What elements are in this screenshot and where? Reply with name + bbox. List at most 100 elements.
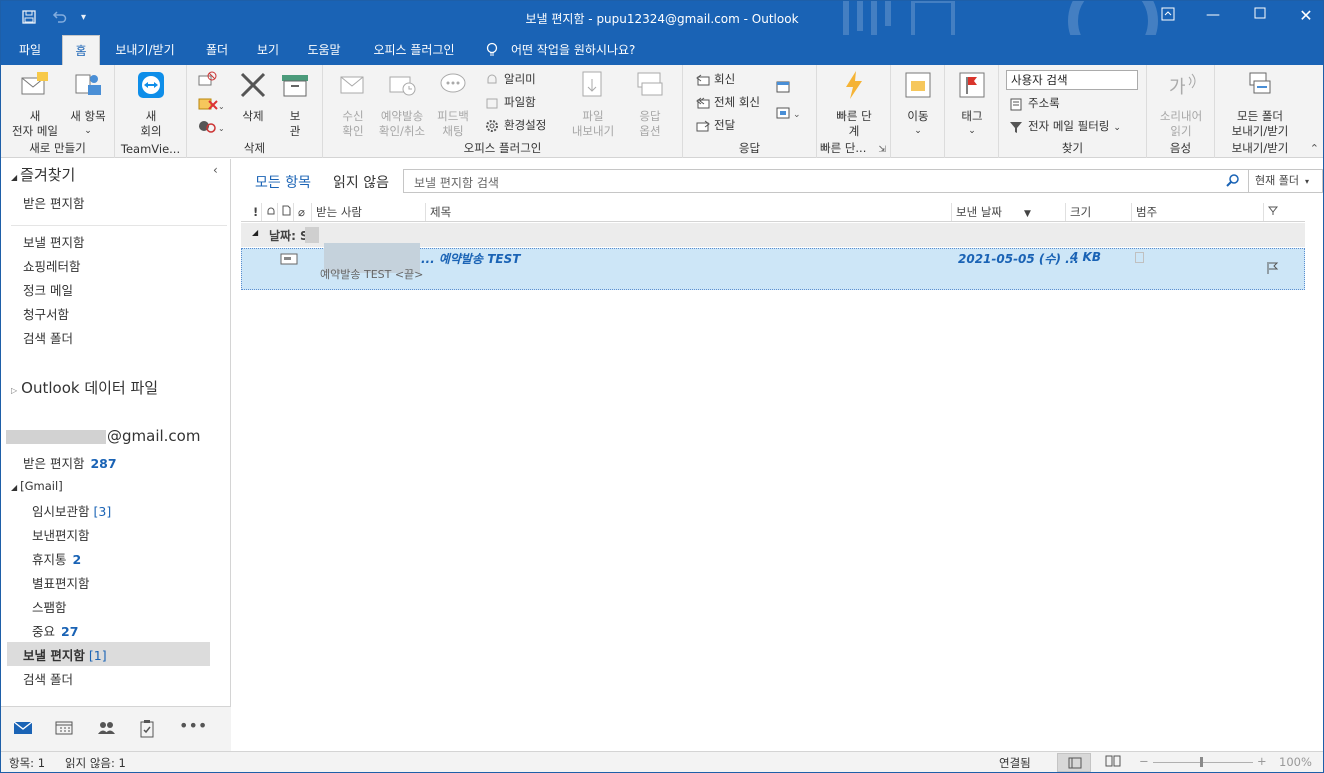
account-header[interactable]: @gmail.com — [107, 427, 200, 445]
zoom-slider-thumb[interactable] — [1200, 757, 1203, 767]
archive-button[interactable]: 보 관 — [277, 69, 313, 139]
forward-button[interactable]: 전달 — [695, 115, 735, 135]
file-export-button[interactable]: 파일 내보내기 — [565, 69, 621, 139]
collapse-pane-icon[interactable]: ‹ — [213, 163, 218, 177]
search-people-input[interactable]: 사용자 검색 — [1006, 70, 1138, 90]
folder-account-inbox[interactable]: 받은 편지함 287 — [23, 453, 117, 472]
quick-steps-button[interactable]: 빠른 단 계 — [825, 69, 883, 139]
folder-shopping[interactable]: 쇼핑레터함 — [23, 256, 81, 275]
folder-sent-mail[interactable]: 보낸편지함 — [32, 525, 90, 544]
tab-view[interactable]: 보기 — [248, 35, 288, 65]
filter-unread[interactable]: 읽지 않음 — [333, 172, 389, 192]
minimize-icon[interactable]: — — [1198, 7, 1228, 23]
new-email-button[interactable]: 새 전자 메일 — [7, 69, 63, 139]
folder-sent[interactable]: 보낼 편지함 — [23, 232, 84, 251]
zoom-out-icon[interactable]: − — [1139, 754, 1149, 768]
tab-file[interactable]: 파일 — [9, 35, 51, 65]
importance-column[interactable]: ! — [241, 203, 258, 221]
gear-icon — [485, 119, 501, 133]
collapse-ribbon-icon[interactable]: ⌃ — [1310, 142, 1319, 155]
delete-button[interactable]: 삭제 — [235, 69, 271, 124]
address-book-button[interactable]: 주소록 — [1009, 93, 1060, 113]
meeting-reply-icon[interactable] — [775, 79, 793, 98]
dialog-launcher-icon[interactable]: ⇲ — [878, 145, 886, 155]
search-icon[interactable] — [1226, 173, 1240, 190]
calendar-icon[interactable] — [55, 720, 75, 738]
category-column[interactable]: 범주 — [1131, 203, 1261, 221]
reply-all-button[interactable]: 전체 회신 — [695, 92, 760, 112]
tab-folder[interactable]: 폴더 — [197, 35, 237, 65]
read-receipt-button[interactable]: 수신 확인 — [331, 69, 375, 139]
lightning-icon — [846, 71, 862, 99]
attachment-column[interactable]: ⌀ — [293, 203, 309, 221]
read-receipt-icon — [340, 76, 364, 94]
tell-me-search[interactable]: 어떤 작업을 원하시나요? — [511, 35, 651, 65]
reading-view-icon[interactable] — [1105, 755, 1121, 770]
filter-all[interactable]: 모든 항목 — [255, 172, 311, 192]
settings-button[interactable]: 환경설정 — [485, 115, 546, 135]
message-row[interactable]: ... 예약발송 TEST 예약발송 TEST <끝> 2021-05-05 (… — [241, 243, 1305, 290]
junk-icon[interactable]: ⌄ — [197, 117, 225, 138]
item-count: 항목: 1 — [9, 756, 46, 770]
move-button[interactable]: 이동 ⌄ — [899, 69, 937, 139]
flag-outline-icon[interactable] — [1266, 261, 1280, 278]
zoom-slider[interactable] — [1153, 762, 1253, 763]
folder-bills[interactable]: 청구서함 — [23, 304, 69, 323]
ribbon-display-icon[interactable] — [1153, 7, 1183, 25]
schedule-send-button[interactable]: 예약발송 확인/취소 — [375, 69, 429, 139]
read-aloud-button[interactable]: 가 소리내어 읽기 — [1153, 69, 1209, 139]
tasks-icon[interactable] — [139, 720, 159, 738]
sent-date-column[interactable]: 보낸 날짜 ▼ — [951, 203, 1065, 221]
normal-view-button[interactable] — [1057, 753, 1091, 772]
flag-status-column[interactable] — [1263, 203, 1303, 221]
search-box[interactable]: 보낼 편지함 검색 — [403, 169, 1249, 193]
data-file-header[interactable]: ▷ Outlook 데이터 파일 — [11, 377, 158, 398]
tab-help[interactable]: 도움말 — [299, 35, 349, 65]
ignore-icon[interactable] — [197, 71, 217, 92]
folder-junk[interactable]: 정크 메일 — [23, 280, 73, 299]
reply-options-button[interactable]: 응답 옵션 — [625, 69, 675, 139]
message-list-pane: 모든 항목 읽지 않음 보낼 편지함 검색 현재 폴더 ▾ ! ⌀ 받는 사람 제… — [232, 159, 1323, 751]
tab-home[interactable]: 홈 — [62, 35, 100, 65]
to-column[interactable]: 받는 사람 — [311, 203, 425, 221]
more-icon[interactable]: ••• — [179, 716, 207, 735]
more-respond-icon[interactable]: ⌄ — [775, 105, 803, 124]
icon-column[interactable] — [277, 203, 293, 221]
size-column[interactable]: 크기 — [1065, 203, 1131, 221]
zoom-in-icon[interactable]: + — [1257, 754, 1267, 768]
folder-spam[interactable]: 스팸함 — [32, 597, 67, 616]
category-box[interactable] — [1135, 252, 1144, 263]
reminder-column[interactable] — [261, 203, 277, 221]
search-scope-dropdown[interactable]: 현재 폴더 ▾ — [1249, 169, 1323, 193]
zoom-level[interactable]: 100% — [1279, 755, 1312, 769]
favorites-header[interactable]: ◢ 즐겨찾기 — [11, 164, 75, 185]
notify-button[interactable]: 알리미 — [485, 69, 536, 89]
folder-outbox[interactable]: 보낼 편지함 [1] — [23, 645, 107, 664]
folder-drafts[interactable]: 임시보관함 [3] — [32, 501, 111, 520]
folder-fav-inbox[interactable]: 받은 편지함 — [23, 193, 84, 212]
folder-search-account[interactable]: 검색 폴더 — [23, 669, 73, 688]
new-meeting-button[interactable]: 새 회의 — [125, 69, 177, 139]
folder-important[interactable]: 중요 27 — [32, 621, 78, 640]
tab-send-receive[interactable]: 보내기/받기 — [107, 35, 183, 65]
attachment-box-button[interactable]: 파일함 — [485, 92, 536, 112]
reply-button[interactable]: 회신 — [695, 69, 735, 89]
people-icon[interactable] — [96, 720, 116, 738]
cleanup-icon[interactable]: ⌄ — [197, 95, 225, 116]
subject-column[interactable]: 제목 — [425, 203, 951, 221]
new-items-button[interactable]: 새 항목 ⌄ — [63, 69, 113, 139]
sort-desc-icon: ▼ — [1023, 209, 1031, 219]
mail-icon[interactable] — [13, 720, 33, 738]
tags-button[interactable]: 태그 ⌄ — [953, 69, 991, 139]
read-aloud-icon: 가 — [1169, 73, 1196, 98]
feedback-chat-button[interactable]: 피드백 채팅 — [431, 69, 475, 139]
folder-search[interactable]: 검색 폴더 — [23, 328, 73, 347]
folder-starred[interactable]: 별표편지함 — [32, 573, 90, 592]
tab-office-plugin[interactable]: 오피스 플러그인 — [362, 35, 466, 65]
close-icon[interactable]: ✕ — [1291, 6, 1321, 25]
folder-gmail[interactable]: ◢ [Gmail] — [11, 479, 63, 493]
maximize-icon[interactable] — [1245, 7, 1275, 23]
send-receive-all-button[interactable]: 모든 폴더 보내기/받기 — [1219, 69, 1301, 139]
folder-trash[interactable]: 휴지통 2 — [32, 549, 81, 568]
filter-email-button[interactable]: 전자 메일 필터링 ⌄ — [1009, 116, 1121, 136]
